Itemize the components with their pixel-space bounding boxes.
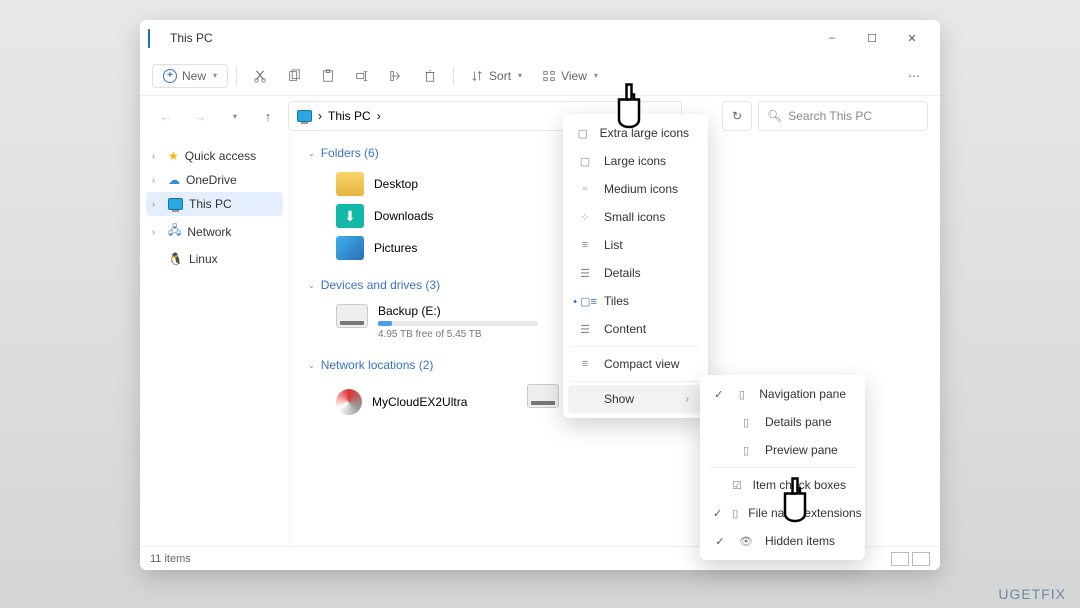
chevron-right-icon: › — [377, 109, 381, 123]
share-button[interactable] — [381, 64, 411, 88]
menu-navigation-pane[interactable]: ✓▯Navigation pane — [705, 380, 860, 408]
share-icon — [389, 69, 403, 83]
view-button-label: View — [561, 69, 587, 83]
item-count: 11 items — [150, 553, 191, 565]
monitor-icon — [168, 198, 183, 210]
delete-icon — [423, 69, 437, 83]
view-icon — [542, 69, 556, 83]
netloc-mycloud[interactable]: MyCloudEX2Ultra — [306, 380, 497, 424]
thispc-icon — [297, 110, 312, 122]
menu-details-pane[interactable]: ▯Details pane — [705, 408, 860, 436]
menu-medium-icons[interactable]: ▫Medium icons — [568, 175, 703, 203]
recent-button[interactable]: ▾ — [220, 102, 248, 130]
back-button[interactable]: ← — [152, 102, 180, 130]
pictures-icon — [336, 236, 364, 260]
menu-tiles[interactable]: • ▢≡Tiles — [568, 287, 703, 315]
window-title: This PC — [170, 31, 812, 45]
menu-list[interactable]: ≡List — [568, 231, 703, 259]
toolbar: + New ▾ Sort ▾ View ▾ ⋯ — [140, 56, 940, 96]
rename-icon — [355, 69, 369, 83]
search-placeholder: Search This PC — [788, 109, 872, 123]
sidebar-item-network[interactable]: ›🖧Network — [146, 216, 283, 247]
view-dropdown-menu: ▢Extra large icons ▢Large icons ▫Medium … — [563, 114, 708, 418]
folder-icon — [336, 172, 364, 196]
menu-content[interactable]: ☰Content — [568, 315, 703, 343]
search-icon: 🔍︎ — [767, 109, 782, 123]
delete-button[interactable] — [415, 64, 445, 88]
menu-details[interactable]: ☰Details — [568, 259, 703, 287]
view-details-button[interactable] — [891, 552, 909, 566]
copy-button[interactable] — [279, 64, 309, 88]
sort-button-label: Sort — [489, 69, 511, 83]
close-button[interactable]: ✕ — [892, 22, 932, 54]
rename-button[interactable] — [347, 64, 377, 88]
nav-pane: ›★Quick access ›☁OneDrive ›This PC ›🖧Net… — [140, 136, 290, 546]
paste-icon — [321, 69, 335, 83]
menu-show[interactable]: Show› — [568, 385, 703, 413]
drive-name: Backup (E:) — [378, 304, 538, 318]
nas-icon — [336, 389, 362, 415]
drive-backup[interactable]: Backup (E:) 4.95 TB free of 5.45 TB — [306, 300, 568, 344]
menu-hidden-items[interactable]: ✓👁Hidden items — [705, 527, 860, 555]
watermark: UGETFIX — [998, 586, 1066, 602]
menu-file-extensions[interactable]: ✓▯File name extensions — [705, 499, 860, 527]
sort-button[interactable]: Sort ▾ — [462, 64, 530, 88]
refresh-button[interactable]: ↻ — [722, 101, 752, 131]
overflow-button[interactable]: ⋯ — [900, 64, 928, 88]
forward-button[interactable]: → — [186, 102, 214, 130]
sidebar-item-thispc[interactable]: ›This PC — [146, 192, 283, 216]
menu-compact-view[interactable]: ≡Compact view — [568, 350, 703, 378]
menu-extra-large-icons[interactable]: ▢Extra large icons — [568, 119, 703, 147]
chevron-down-icon: ▾ — [518, 71, 522, 80]
sort-icon — [470, 69, 484, 83]
menu-large-icons[interactable]: ▢Large icons — [568, 147, 703, 175]
downloads-icon: ⬇ — [336, 204, 364, 228]
show-submenu: ✓▯Navigation pane ▯Details pane ▯Preview… — [700, 375, 865, 560]
chevron-down-icon: ▾ — [594, 71, 598, 80]
menu-item-checkboxes[interactable]: ☑Item check boxes — [705, 471, 860, 499]
titlebar: This PC – ☐ ✕ — [140, 20, 940, 56]
minimize-button[interactable]: – — [812, 22, 852, 54]
maximize-button[interactable]: ☐ — [852, 22, 892, 54]
copy-icon — [287, 69, 301, 83]
menu-preview-pane[interactable]: ▯Preview pane — [705, 436, 860, 464]
plus-icon: + — [163, 69, 177, 83]
search-input[interactable]: 🔍︎ Search This PC — [758, 101, 928, 131]
breadcrumb-label: This PC — [328, 109, 371, 123]
sidebar-item-quick-access[interactable]: ›★Quick access — [146, 144, 283, 168]
address-bar: ← → ▾ ↑ › This PC › ▾ ↻ 🔍︎ Search This P… — [140, 96, 940, 136]
chevron-right-icon: › — [318, 109, 322, 123]
new-button[interactable]: + New ▾ — [152, 64, 228, 88]
view-large-button[interactable] — [912, 552, 930, 566]
app-icon — [148, 30, 164, 46]
sidebar-item-onedrive[interactable]: ›☁OneDrive — [146, 168, 283, 192]
drive-icon — [336, 304, 368, 328]
cut-button[interactable] — [245, 64, 275, 88]
chevron-down-icon: ▾ — [213, 71, 217, 80]
sidebar-item-linux[interactable]: 🐧Linux — [146, 247, 283, 271]
drive-free: 4.95 TB free of 5.45 TB — [378, 329, 538, 340]
view-button[interactable]: View ▾ — [534, 64, 606, 88]
new-button-label: New — [182, 69, 206, 83]
cut-icon — [253, 69, 267, 83]
paste-button[interactable] — [313, 64, 343, 88]
menu-small-icons[interactable]: ⁘Small icons — [568, 203, 703, 231]
drive-icon — [527, 384, 559, 408]
up-button[interactable]: ↑ — [254, 102, 282, 130]
